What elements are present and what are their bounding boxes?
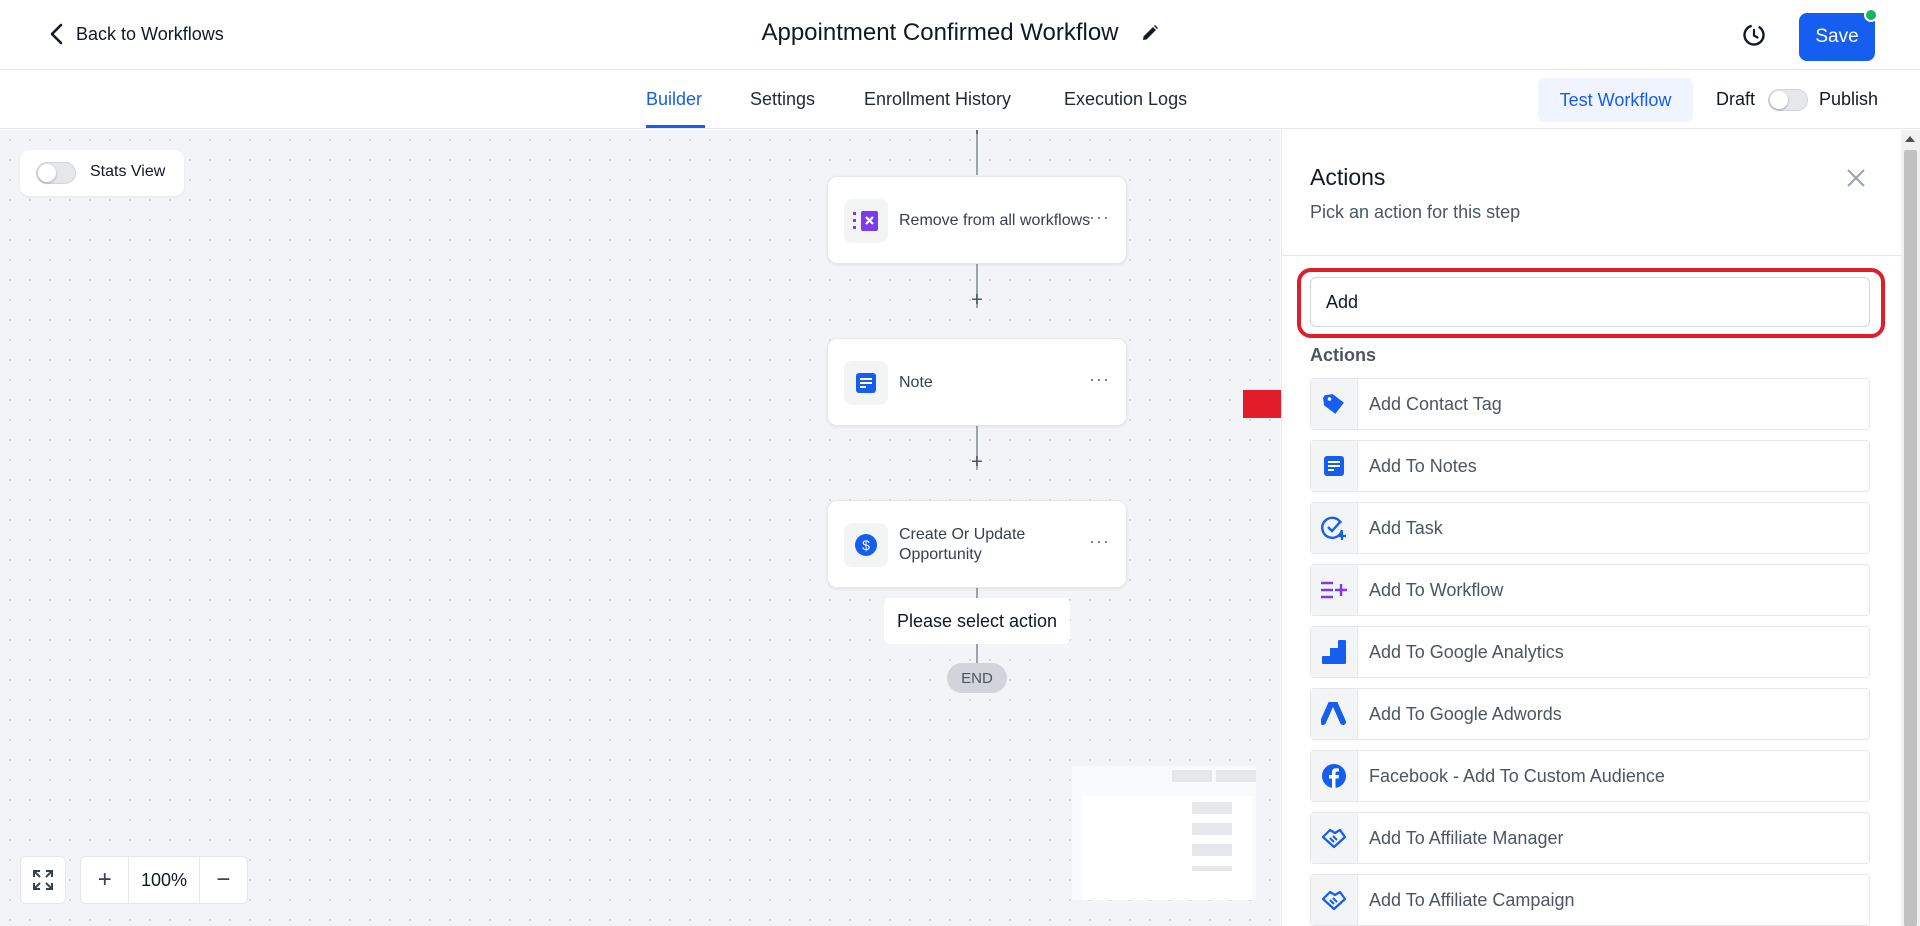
panel-scrollbar-thumb[interactable] — [1904, 150, 1917, 926]
minimap-block — [1192, 866, 1232, 871]
add-step-button[interactable]: + — [967, 290, 987, 310]
notes-icon — [1311, 441, 1358, 491]
action-label: Add To Notes — [1369, 456, 1477, 476]
node-label: Remove from all workflows — [899, 212, 1091, 229]
affiliate-campaign-icon — [1311, 875, 1358, 925]
draft-label: Draft — [1716, 89, 1756, 109]
tab-execution-logs[interactable]: Execution Logs — [1064, 89, 1187, 110]
action-label: Facebook - Add To Custom Audience — [1369, 766, 1665, 786]
action-label: Add Task — [1369, 518, 1443, 538]
publish-label: Publish — [1819, 89, 1879, 109]
add-workflow-icon — [1311, 565, 1358, 615]
zoom-controls: + 100% − — [80, 856, 248, 904]
stats-view-toggle[interactable] — [36, 162, 76, 184]
action-item-add-to-affiliate-manager[interactable]: Add To Affiliate Manager — [1310, 812, 1870, 864]
select-action-message: Please select action — [884, 598, 1070, 644]
minimap-viewport — [1082, 796, 1252, 900]
publish-toggle[interactable] — [1768, 89, 1808, 111]
zoom-out-button[interactable]: − — [200, 857, 247, 903]
actions-section-label: Actions — [1310, 345, 1377, 365]
zoom-level: 100% — [128, 857, 200, 903]
toggle-knob — [1770, 91, 1788, 109]
title-area: Appointment Confirmed Workflow — [0, 19, 1920, 47]
workflow-node-remove-from-all-workflows[interactable]: Remove from all workflows ··· — [827, 176, 1127, 264]
node-more-menu[interactable]: ··· — [1089, 531, 1110, 552]
action-item-add-task[interactable]: Add Task — [1310, 502, 1870, 554]
action-label: Add To Google Adwords — [1369, 704, 1562, 724]
dollar-icon: $ — [844, 523, 888, 567]
toggle-knob — [38, 164, 56, 182]
workflow-node-create-or-update-opportunity[interactable]: $ Create Or Update Opportunity ··· — [827, 500, 1127, 588]
action-item-add-to-notes[interactable]: Add To Notes — [1310, 440, 1870, 492]
active-tab-indicator — [646, 125, 705, 128]
action-label: Add To Affiliate Campaign — [1369, 890, 1575, 910]
actions-panel: Actions Pick an action for this step Act… — [1281, 130, 1902, 926]
stats-view-control: Stats View — [20, 150, 184, 196]
minimap-block — [1192, 844, 1232, 856]
tab-enrollment-history[interactable]: Enrollment History — [864, 89, 1011, 110]
action-item-add-to-workflow[interactable]: Add To Workflow — [1310, 564, 1870, 616]
note-icon — [844, 361, 888, 405]
node-label-line1: Create Or Update — [899, 526, 1026, 543]
action-item-facebook-add-to-custom-audience[interactable]: Facebook - Add To Custom Audience — [1310, 750, 1870, 802]
action-label: Add To Affiliate Manager — [1369, 828, 1564, 848]
stats-view-label: Stats View — [90, 163, 166, 180]
minimap-block — [1216, 770, 1256, 782]
test-workflow-button[interactable]: Test Workflow — [1538, 78, 1693, 122]
workflow-canvas[interactable]: Stats View + + + Remove from all workflo… — [0, 130, 1280, 926]
task-icon — [1311, 503, 1358, 553]
facebook-icon — [1311, 751, 1358, 801]
google-analytics-icon — [1311, 627, 1358, 677]
expand-icon — [33, 870, 53, 890]
google-adwords-icon — [1311, 689, 1358, 739]
tag-icon — [1311, 379, 1358, 429]
action-item-add-to-google-analytics[interactable]: Add To Google Analytics — [1310, 626, 1870, 678]
action-item-add-to-affiliate-campaign[interactable]: Add To Affiliate Campaign — [1310, 874, 1870, 926]
action-label: Add Contact Tag — [1369, 394, 1502, 414]
save-button[interactable]: Save — [1799, 13, 1875, 61]
panel-subtitle: Pick an action for this step — [1310, 202, 1521, 222]
tab-settings[interactable]: Settings — [750, 89, 815, 110]
action-label: Add To Google Analytics — [1369, 642, 1564, 662]
action-label: Add To Workflow — [1369, 580, 1504, 600]
workflow-node-note[interactable]: Note ··· — [827, 338, 1127, 426]
unsaved-status-dot — [1864, 8, 1878, 22]
fit-view-button[interactable] — [20, 856, 66, 904]
action-search-input[interactable] — [1310, 277, 1870, 327]
end-marker: END — [947, 663, 1007, 693]
minimap[interactable] — [1072, 766, 1256, 900]
panel-title: Actions — [1310, 164, 1386, 190]
remove-workflow-icon — [844, 199, 888, 243]
tab-builder[interactable]: Builder — [646, 89, 702, 110]
scroll-up-arrow-icon[interactable] — [1905, 136, 1915, 142]
node-more-menu[interactable]: ··· — [1089, 369, 1110, 390]
minimap-block — [1172, 770, 1212, 782]
action-item-add-to-google-adwords[interactable]: Add To Google Adwords — [1310, 688, 1870, 740]
history-icon[interactable] — [1741, 22, 1767, 48]
panel-divider — [1282, 255, 1902, 256]
top-bar: Back to Workflows Appointment Confirmed … — [0, 0, 1920, 70]
minimap-block — [1192, 823, 1232, 835]
add-step-button[interactable]: + — [967, 130, 987, 140]
close-icon[interactable] — [1844, 166, 1868, 190]
tabs-bar: Builder Settings Enrollment History Exec… — [0, 70, 1920, 129]
action-item-add-contact-tag[interactable]: Add Contact Tag — [1310, 378, 1870, 430]
svg-text:$: $ — [862, 537, 870, 553]
workflow-title: Appointment Confirmed Workflow — [761, 19, 1119, 46]
node-label-line2: Opportunity — [899, 546, 982, 563]
zoom-in-button[interactable]: + — [81, 857, 128, 903]
edit-pencil-icon[interactable] — [1141, 24, 1159, 42]
node-more-menu[interactable]: ··· — [1089, 207, 1110, 228]
node-label: Note — [899, 374, 933, 391]
minimap-block — [1192, 802, 1232, 814]
affiliate-icon — [1311, 813, 1358, 863]
add-step-button[interactable]: + — [967, 452, 987, 472]
